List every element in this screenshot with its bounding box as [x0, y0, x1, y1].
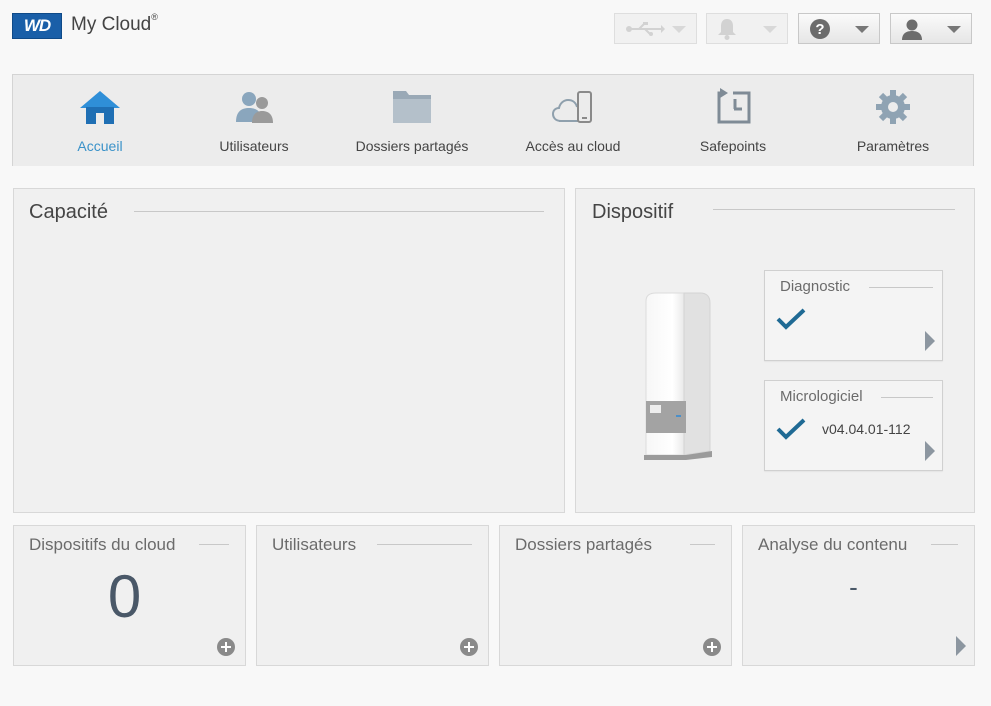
notifications-button[interactable]	[706, 13, 788, 44]
shared-folders-card: Dossiers partagés	[499, 525, 732, 666]
cloud-device-icon	[551, 91, 592, 123]
user-menu-button[interactable]	[890, 13, 972, 44]
add-icon[interactable]	[460, 638, 478, 656]
safepoint-icon	[717, 88, 751, 124]
firmware-card[interactable]: Micrologiciel v04.04.01-112	[764, 380, 943, 471]
nav-item-label: Accès au cloud	[525, 138, 621, 154]
device-title: Dispositif	[592, 201, 674, 223]
card-title: Analyse du contenu	[758, 535, 908, 554]
title-rule	[931, 544, 958, 545]
card-title: Dispositifs du cloud	[29, 535, 176, 554]
nav-item-label: Dossiers partagés	[355, 138, 469, 154]
chevron-down-icon	[855, 26, 869, 33]
content-analysis-card: Analyse du contenu -	[742, 525, 975, 666]
title-rule	[690, 544, 715, 545]
nav-item-parametres[interactable]: Paramètres	[813, 75, 973, 167]
usb-button[interactable]	[614, 13, 697, 44]
nav-item-acces-au-cloud[interactable]: Accès au cloud	[493, 75, 653, 167]
bell-icon	[718, 18, 736, 40]
cloud-devices-card: Dispositifs du cloud 0	[13, 525, 246, 666]
diagnostic-card[interactable]: Diagnostic	[764, 270, 943, 361]
title-rule	[199, 544, 229, 545]
chevron-right-icon[interactable]	[925, 331, 935, 351]
title-rule	[134, 211, 544, 212]
firmware-version: v04.04.01-112	[822, 421, 911, 437]
users-card: Utilisateurs	[256, 525, 489, 666]
chevron-right-icon[interactable]	[956, 636, 966, 656]
nav-item-accueil[interactable]: Accueil	[23, 75, 177, 167]
home-icon	[80, 91, 120, 124]
usb-icon	[626, 21, 665, 36]
nav-item-utilisateurs[interactable]: Utilisateurs	[177, 75, 331, 167]
nav-item-label: Paramètres	[856, 138, 930, 154]
card-title: Dossiers partagés	[515, 535, 653, 554]
card-value: -	[849, 572, 858, 602]
help-icon: ?	[810, 18, 830, 39]
user-icon	[902, 19, 922, 40]
chevron-down-icon	[947, 26, 961, 33]
my-cloud-device-image	[644, 292, 712, 460]
nav-item-label: Utilisateurs	[219, 138, 289, 154]
app-title: My Cloud®	[71, 12, 158, 35]
firmware-title: Micrologiciel	[780, 388, 863, 405]
check-icon	[776, 418, 806, 440]
gear-icon	[876, 90, 910, 124]
device-panel: Dispositif Diagnostic Micrologiciel v04.…	[575, 188, 975, 513]
add-icon[interactable]	[703, 638, 721, 656]
nav-item-dossiers-partages[interactable]: Dossiers partagés	[331, 75, 493, 167]
svg-text:?: ?	[815, 21, 824, 38]
title-rule	[881, 397, 933, 398]
chevron-down-icon	[672, 26, 686, 33]
card-title: Utilisateurs	[272, 535, 357, 554]
help-button[interactable]: ?	[798, 13, 880, 44]
title-rule	[377, 544, 472, 545]
users-icon	[236, 92, 273, 123]
main-nav: Accueil Utilisateurs Dossiers partagés A…	[12, 74, 974, 166]
nav-item-label: Accueil	[77, 138, 123, 154]
chevron-down-icon	[763, 26, 777, 33]
capacity-title: Capacité	[29, 201, 108, 223]
wd-logo: WD	[12, 13, 62, 39]
chevron-right-icon[interactable]	[925, 441, 935, 461]
nav-item-safepoints[interactable]: Safepoints	[653, 75, 813, 167]
card-value: 0	[107, 563, 142, 630]
title-rule	[713, 209, 955, 210]
folder-icon	[393, 91, 431, 123]
nav-item-label: Safepoints	[699, 138, 767, 154]
diagnostic-title: Diagnostic	[780, 278, 851, 295]
add-icon[interactable]	[217, 638, 235, 656]
title-rule	[869, 287, 933, 288]
check-icon	[776, 308, 806, 330]
capacity-panel: Capacité	[13, 188, 565, 513]
